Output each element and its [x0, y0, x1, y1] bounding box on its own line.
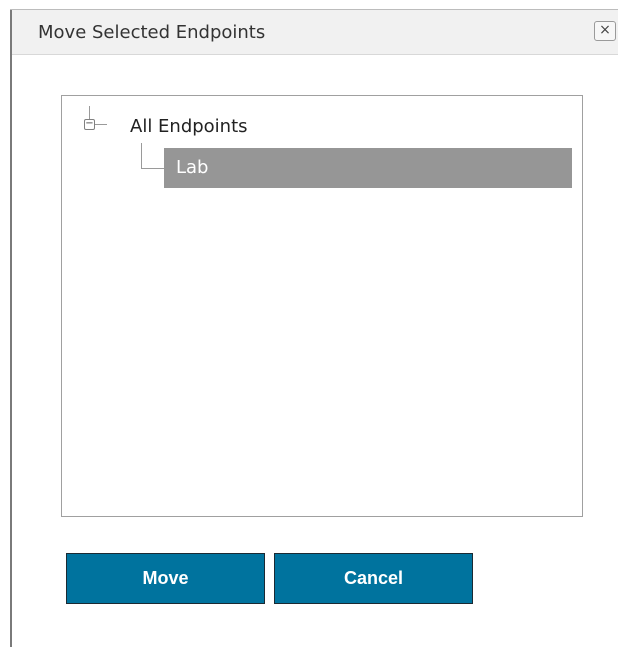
- tree-node-label: Lab: [176, 157, 209, 178]
- close-button[interactable]: ×: [594, 21, 616, 41]
- tree-connector-child-v: [141, 143, 142, 169]
- dialog-title: Move Selected Endpoints: [38, 22, 266, 43]
- cancel-button[interactable]: Cancel: [274, 553, 473, 604]
- tree-node-all-endpoints[interactable]: All Endpoints: [130, 116, 248, 137]
- tree-node-lab[interactable]: Lab: [164, 148, 572, 188]
- move-endpoints-dialog: Move Selected Endpoints × − All Endpoint…: [0, 0, 618, 647]
- collapse-icon[interactable]: −: [84, 119, 95, 130]
- dialog-titlebar: Move Selected Endpoints ×: [12, 10, 618, 55]
- move-button[interactable]: Move: [66, 553, 265, 604]
- tree-connector-child-h: [141, 168, 164, 169]
- tree-connector-root-h: [95, 124, 107, 125]
- endpoint-group-tree: − All Endpoints Lab: [61, 95, 583, 517]
- dialog-left-border: [10, 10, 12, 647]
- close-icon: ×: [599, 22, 611, 38]
